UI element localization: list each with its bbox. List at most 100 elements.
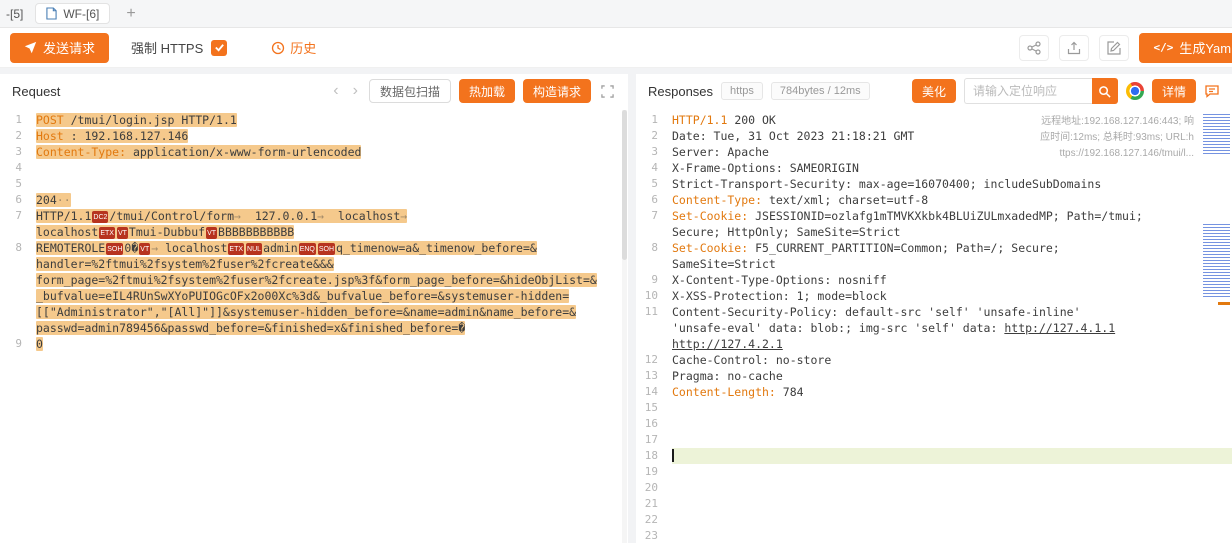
code-line[interactable]: Secure; HttpOnly; SameSite=Strict [636,224,1232,240]
export-icon[interactable] [1059,35,1089,61]
line-number: 23 [636,528,672,543]
response-viewer[interactable]: 1HTTP/1.1 200 OK远程地址:192.168.127.146:443… [636,108,1232,543]
force-https-checkbox[interactable] [211,40,227,56]
code-line[interactable]: SameSite=Strict [636,256,1232,272]
next-request-button[interactable]: › [350,83,361,99]
tab-truncated[interactable]: -[5] [6,7,23,21]
code-line[interactable]: 16 [636,416,1232,432]
code-line[interactable]: 18 [636,448,1232,464]
code-line[interactable]: 13Pragma: no-cache [636,368,1232,384]
comment-icon[interactable] [1204,83,1220,99]
line-number: 13 [636,368,672,384]
line-number: 15 [636,400,672,416]
code-line[interactable]: _bufvalue=eIL4RUnSwXYoPUIOGcOFx2o00Xc%3d… [0,288,628,304]
request-scrollbar[interactable] [622,110,627,543]
beautify-button[interactable]: 美化 [912,79,956,103]
control-char-badge: VT [139,243,150,255]
code-line[interactable]: 3Server: Apachettps://192.168.127.146/tm… [636,144,1232,160]
search-button[interactable] [1092,78,1118,104]
line-content: Content-Type: text/xml; charset=utf-8 [672,192,1232,208]
code-line[interactable]: 20 [636,480,1232,496]
code-line[interactable]: 14Content-Length: 784 [636,384,1232,400]
prev-request-button[interactable]: ‹ [330,83,341,99]
search-input[interactable] [964,78,1092,104]
request-scrollbar-thumb[interactable] [622,110,627,260]
code-line[interactable]: 17 [636,432,1232,448]
construct-request-button[interactable]: 构造请求 [523,79,591,103]
code-line[interactable]: 8REMOTEROLESOH0�VT→ localhostETXNULadmin… [0,240,628,256]
share-icon[interactable] [1019,35,1049,61]
minimap-marker [1218,302,1230,305]
tab-active[interactable]: WF-[6] [35,3,110,24]
fullscreen-icon[interactable] [599,85,616,98]
code-line[interactable]: 90 [0,336,628,352]
code-line[interactable]: 1HTTP/1.1 200 OK远程地址:192.168.127.146:443… [636,112,1232,128]
code-line[interactable]: http://127.4.2.1 [636,336,1232,352]
line-number: 9 [0,336,36,352]
code-line[interactable]: 21 [636,496,1232,512]
highlight-region: handler=%2ftmui%2fsystem%2fuser%2fcreate… [36,257,334,271]
line-content [672,432,1232,448]
code-line[interactable]: 4 [0,160,628,176]
code-line[interactable]: [["Administrator","[All]"]]&systemuser-h… [0,304,628,320]
code-token: POST [36,113,64,127]
new-tab-button[interactable]: + [122,5,139,23]
line-number [636,336,672,352]
code-line[interactable]: 1POST /tmui/login.jsp HTTP/1.1 [0,112,628,128]
size-time-badge: 784bytes / 12ms [771,82,870,100]
code-token: REMOTEROLE [36,241,105,255]
code-token: Cache-Control: no-store [672,353,831,367]
code-token: handler=%2ftmui%2fsystem%2fuser%2fcreate… [36,257,334,271]
code-line[interactable]: 7Set-Cookie: JSESSIONID=ozlafg1mTMVKXkbk… [636,208,1232,224]
code-line[interactable]: 22 [636,512,1232,528]
line-content: POST /tmui/login.jsp HTTP/1.1 [36,112,628,128]
code-line[interactable]: 'unsafe-eval' data: blob:; img-src 'self… [636,320,1232,336]
edit-icon[interactable] [1099,35,1129,61]
code-icon: </> [1153,41,1173,54]
code-line[interactable]: 11Content-Security-Policy: default-src '… [636,304,1232,320]
code-token: Host [36,129,64,143]
code-token: : 192.168.127.146 [64,129,189,143]
code-line[interactable]: 2Host : 192.168.127.146 [0,128,628,144]
code-line[interactable]: 23 [636,528,1232,543]
request-editor[interactable]: 1POST /tmui/login.jsp HTTP/1.12Host : 19… [0,108,628,352]
response-minimap[interactable] [1200,112,1232,543]
code-line[interactable]: form_page=%2ftmui%2fsystem%2fuser%2fcrea… [0,272,628,288]
tab-bar: -[5] WF-[6] + [0,0,1232,28]
highlight-region: 0 [36,337,43,351]
history-button[interactable]: 历史 [271,38,316,57]
code-line[interactable]: 8Set-Cookie: F5_CURRENT_PARTITION=Common… [636,240,1232,256]
code-line[interactable]: localhostETXVTTmui-DubbufVTBBBBBBBBBBB [0,224,628,240]
highlight-region: REMOTEROLESOH0�VT→ localhostETXNULadminE… [36,241,537,255]
details-button[interactable]: 详情 [1152,79,1196,103]
code-token: X-Content-Type-Options: nosniff [672,273,887,287]
code-line[interactable]: 12Cache-Control: no-store [636,352,1232,368]
code-line[interactable]: 10X-XSS-Protection: 1; mode=block [636,288,1232,304]
code-line[interactable]: 19 [636,464,1232,480]
code-line[interactable]: 3Content-Type: application/x-www-form-ur… [0,144,628,160]
packet-scan-button[interactable]: 数据包扫描 [369,79,451,103]
send-request-button[interactable]: 发送请求 [10,33,109,63]
line-number: 22 [636,512,672,528]
generate-yaml-button[interactable]: </> 生成Yaml [1139,33,1232,63]
code-line[interactable]: passwd=admin789456&passwd_before=&finish… [0,320,628,336]
control-char-badge: DC2 [92,211,108,223]
code-line[interactable]: 9X-Content-Type-Options: nosniff [636,272,1232,288]
code-line[interactable]: 4X-Frame-Options: SAMEORIGIN [636,160,1232,176]
line-number: 10 [636,288,672,304]
code-line[interactable]: 6204·· [0,192,628,208]
code-line[interactable]: 2Date: Tue, 31 Oct 2023 21:18:21 GMT应时间:… [636,128,1232,144]
code-line[interactable]: 7HTTP/1.1DC2/tmui/Control/form→ 127.0.0.… [0,208,628,224]
code-line[interactable]: 5 [0,176,628,192]
line-content: form_page=%2ftmui%2fsystem%2fuser%2fcrea… [36,272,628,288]
code-line[interactable]: 15 [636,400,1232,416]
line-content: Set-Cookie: JSESSIONID=ozlafg1mTMVKXkbk4… [672,208,1232,224]
code-token: application/x-www-form-urlencoded [126,145,361,159]
code-token: Content-Type: [672,193,762,207]
code-token: X-XSS-Protection: 1; mode=block [672,289,887,303]
hot-reload-button[interactable]: 热加载 [459,79,515,103]
code-line[interactable]: 6Content-Type: text/xml; charset=utf-8 [636,192,1232,208]
code-line[interactable]: handler=%2ftmui%2fsystem%2fuser%2fcreate… [0,256,628,272]
code-line[interactable]: 5Strict-Transport-Security: max-age=1607… [636,176,1232,192]
open-in-chrome-icon[interactable] [1126,82,1144,100]
